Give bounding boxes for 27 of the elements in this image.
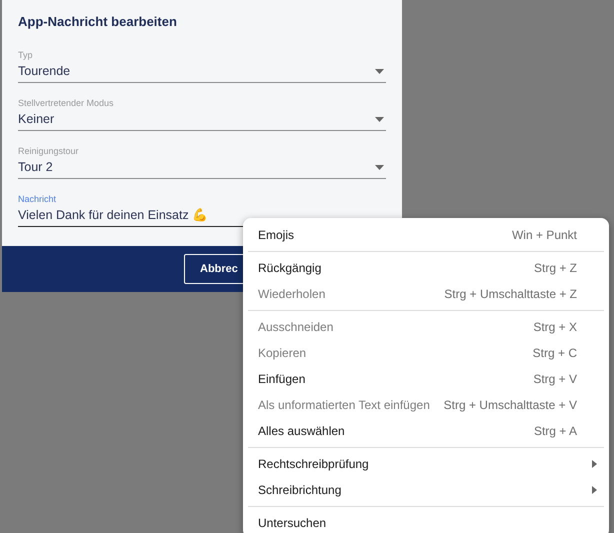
caret-icon [375,69,384,74]
caret-icon [375,117,384,122]
menu-item[interactable]: Schreibrichtung [243,477,609,503]
caret-icon [375,165,384,170]
dropdown-field[interactable]: Tourende [18,61,386,83]
chevron-right-icon [592,460,597,468]
menu-item[interactable]: Rückgängig Strg + Z [243,255,609,281]
shortcut-text: Strg + V [533,371,577,388]
field-label: Reinigungstour [18,145,80,157]
shortcut-text: Strg + Z [534,260,577,277]
field-label: Stellvertretender Modus [18,97,115,109]
menu-item[interactable]: Untersuchen [243,510,609,533]
dialog-title: App-Nachricht bearbeiten [18,14,178,30]
menu-item[interactable]: Rechtschreibprüfung [243,451,609,477]
shortcut-text: Strg + C [532,345,577,362]
field-label: Nachricht [18,193,58,205]
shortcut-text: Win + Punkt [512,227,577,244]
field-label: Typ [18,49,34,61]
dropdown-field[interactable]: Keiner [18,109,386,131]
chevron-right-icon [592,486,597,494]
shortcut-text: Strg + A [534,423,577,440]
shortcut-text: Strg + X [533,319,577,336]
shortcut-text: Strg + Umschalttaste + Z [444,286,577,303]
menu-item[interactable]: Alles auswählen Strg + A [243,418,609,444]
shortcut-text: Strg + Umschalttaste + V [444,397,577,414]
dropdown-field[interactable]: Tour 2 [18,157,386,179]
menu-item[interactable]: Einfügen Strg + V [243,366,609,392]
